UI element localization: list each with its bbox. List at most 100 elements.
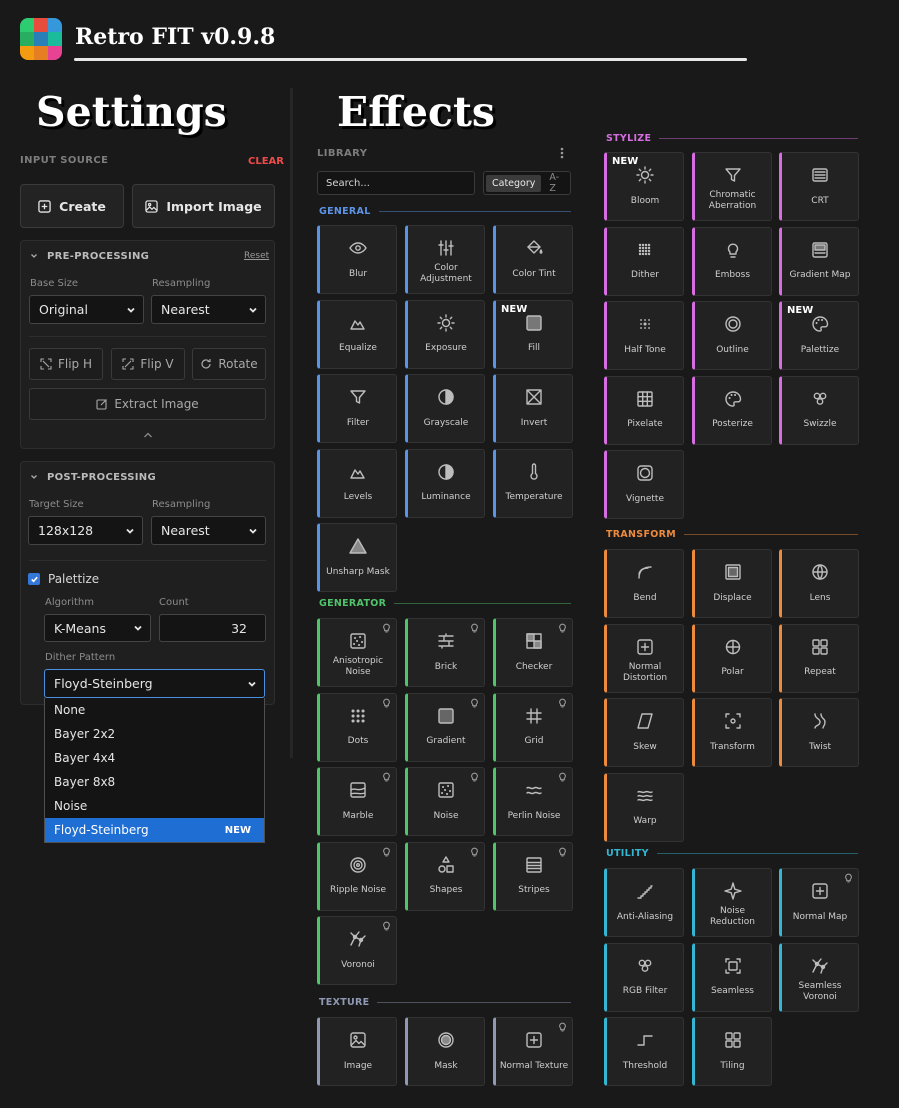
effect-tile-normal-distortion[interactable]: Normal Distortion — [604, 623, 684, 693]
effect-tile-emboss[interactable]: Emboss — [691, 226, 772, 296]
effect-tile-displace[interactable]: Displace — [691, 549, 772, 618]
effect-tile-equalize[interactable]: Equalize — [317, 299, 397, 369]
effect-tile-half-tone[interactable]: Half Tone — [604, 301, 684, 370]
effect-tile-noise-reduction[interactable]: Noise Reduction — [691, 868, 772, 937]
pre-resampling-select[interactable]: Nearest — [151, 295, 266, 324]
effect-tile-checker[interactable]: Checker — [493, 618, 573, 687]
effect-tile-lens[interactable]: Lens — [779, 549, 859, 618]
effect-tile-shapes[interactable]: Shapes — [405, 841, 485, 911]
effect-tile-polar[interactable]: Polar — [691, 623, 772, 693]
sort-category-button[interactable]: Category — [486, 174, 542, 192]
effect-tile-twist[interactable]: Twist — [779, 698, 859, 767]
effect-tile-normal-texture[interactable]: Normal Texture — [493, 1017, 573, 1086]
effect-tile-stripes[interactable]: Stripes — [493, 841, 573, 911]
lightbulb-icon — [844, 872, 853, 883]
effect-tile-vignette[interactable]: Vignette — [604, 450, 684, 519]
effect-tile-threshold[interactable]: Threshold — [604, 1017, 684, 1086]
clear-button[interactable]: CLEAR — [248, 156, 284, 167]
effect-tile-unsharp-mask[interactable]: Unsharp Mask — [317, 523, 397, 592]
chevron-down-icon — [248, 305, 258, 315]
effect-tile-temperature[interactable]: Temperature — [493, 448, 573, 518]
effect-tile-dither[interactable]: Dither — [604, 226, 684, 296]
dither-pattern-select[interactable]: Floyd-Steinberg — [44, 669, 265, 698]
effect-tile-image[interactable]: Image — [317, 1017, 397, 1086]
effect-tile-repeat[interactable]: Repeat — [779, 623, 859, 693]
create-button[interactable]: Create — [20, 184, 124, 228]
effect-tile-outline[interactable]: Outline — [691, 301, 772, 370]
effect-name: Brick — [434, 661, 458, 672]
effect-tile-anti-aliasing[interactable]: Anti-Aliasing — [604, 868, 684, 937]
effect-tile-palettize[interactable]: Palettize NEW — [779, 301, 859, 370]
input-source-label: INPUT SOURCE — [20, 155, 109, 166]
effect-tile-fill[interactable]: Fill NEW — [493, 299, 573, 369]
grid4-icon — [607, 389, 683, 409]
effect-tile-dots[interactable]: Dots — [317, 692, 397, 762]
effect-tile-swizzle[interactable]: Swizzle — [779, 375, 859, 445]
effect-tile-marble[interactable]: Marble — [317, 767, 397, 836]
search-input[interactable]: Search... — [317, 171, 475, 195]
dither-option[interactable]: None — [45, 698, 264, 722]
effect-tile-blur[interactable]: Blur — [317, 225, 397, 294]
effect-tile-seamless-voronoi[interactable]: Seamless Voronoi — [779, 942, 859, 1012]
effect-tile-posterize[interactable]: Posterize — [691, 375, 772, 445]
count-input[interactable]: 32 — [159, 614, 266, 642]
flip-v-button[interactable]: Flip V — [111, 348, 185, 380]
effect-tile-gradient[interactable]: Gradient — [405, 692, 485, 762]
effect-tile-perlin-noise[interactable]: Perlin Noise — [493, 767, 573, 836]
chevron-up-icon[interactable] — [143, 431, 153, 439]
effect-tile-color-tint[interactable]: Color Tint — [493, 225, 573, 294]
effect-tile-gradient-map[interactable]: Gradient Map — [779, 226, 859, 296]
effect-tile-ripple-noise[interactable]: Ripple Noise — [317, 841, 397, 911]
palettize-checkbox[interactable] — [28, 573, 40, 585]
effect-tile-transform[interactable]: Transform — [691, 698, 772, 767]
effect-tile-exposure[interactable]: Exposure — [405, 299, 485, 369]
flip-h-button[interactable]: Flip H — [29, 348, 103, 380]
post-resampling-select[interactable]: Nearest — [151, 516, 266, 545]
dither-option[interactable]: Bayer 4x4 — [45, 746, 264, 770]
effect-name: Bend — [633, 592, 657, 603]
rotate-button[interactable]: Rotate — [192, 348, 266, 380]
more-vertical-icon[interactable] — [560, 147, 564, 159]
effect-tile-voronoi[interactable]: Voronoi — [317, 916, 397, 985]
effect-tile-chromatic-aberration[interactable]: Chromatic Aberration — [691, 152, 772, 221]
effect-tile-luminance[interactable]: Luminance — [405, 448, 485, 518]
chevron-down-icon[interactable] — [30, 252, 38, 260]
dither-option-label: Noise — [54, 799, 88, 813]
effect-tile-invert[interactable]: Invert — [493, 374, 573, 443]
effect-tile-mask[interactable]: Mask — [405, 1017, 485, 1086]
effect-tile-normal-map[interactable]: Normal Map — [779, 868, 859, 937]
effect-tile-warp[interactable]: Warp — [604, 772, 684, 842]
effect-tile-crt[interactable]: CRT — [779, 152, 859, 221]
dither-option[interactable]: Bayer 2x2 — [45, 722, 264, 746]
dither-option[interactable]: Noise — [45, 794, 264, 818]
sort-az-button[interactable]: A-Z — [543, 169, 568, 197]
effect-tile-seamless[interactable]: Seamless — [691, 942, 772, 1012]
library-label: LIBRARY — [317, 148, 368, 159]
effect-tile-grayscale[interactable]: Grayscale — [405, 374, 485, 443]
gradient-map-icon — [782, 240, 858, 260]
effect-tile-grid[interactable]: Grid — [493, 692, 573, 762]
effect-name: RGB Filter — [622, 986, 668, 996]
effect-tile-tiling[interactable]: Tiling — [691, 1017, 772, 1086]
dither-option[interactable]: Floyd-Steinberg NEW — [45, 818, 264, 842]
extract-image-button[interactable]: Extract Image — [29, 388, 266, 420]
effect-tile-brick[interactable]: Brick — [405, 618, 485, 687]
base-size-select[interactable]: Original — [29, 295, 144, 324]
effect-tile-noise[interactable]: Noise — [405, 767, 485, 836]
import-image-button[interactable]: Import Image — [132, 184, 275, 228]
effect-tile-rgb-filter[interactable]: RGB Filter — [604, 942, 684, 1012]
dither-option[interactable]: Bayer 8x8 — [45, 770, 264, 794]
effect-tile-levels[interactable]: Levels — [317, 448, 397, 518]
pre-reset-link[interactable]: Reset — [244, 251, 269, 261]
pre-processing-title: PRE-PROCESSING — [47, 251, 150, 262]
effect-tile-skew[interactable]: Skew — [604, 698, 684, 767]
effect-tile-filter[interactable]: Filter — [317, 374, 397, 443]
effect-tile-pixelate[interactable]: Pixelate — [604, 375, 684, 445]
effect-tile-bloom[interactable]: Bloom NEW — [604, 152, 684, 221]
algorithm-select[interactable]: K-Means — [44, 614, 151, 642]
chevron-down-icon[interactable] — [30, 473, 38, 481]
target-size-select[interactable]: 128x128 — [28, 516, 143, 545]
effect-tile-anisotropic-noise[interactable]: Anisotropic Noise — [317, 618, 397, 687]
effect-tile-color-adjustment[interactable]: Color Adjustment — [405, 225, 485, 294]
effect-tile-bend[interactable]: Bend — [604, 549, 684, 618]
